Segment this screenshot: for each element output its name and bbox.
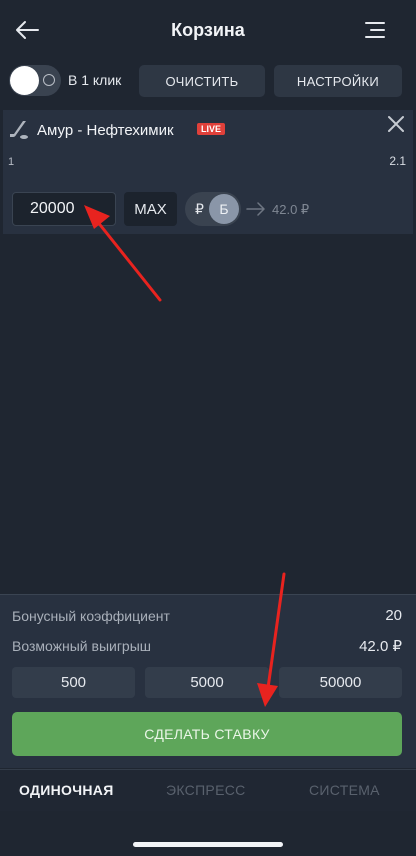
clear-button[interactable]: ОЧИСТИТЬ — [139, 65, 265, 97]
place-bet-button[interactable]: СДЕЛАТЬ СТАВКУ — [12, 712, 402, 756]
toggle-off-indicator-icon — [43, 74, 55, 86]
menu-icon[interactable] — [364, 21, 386, 39]
tab-system[interactable]: СИСТЕМА — [309, 782, 380, 798]
one-click-label: В 1 клик — [68, 72, 122, 88]
currency-toggle[interactable]: ₽ Б — [185, 192, 241, 226]
settings-button[interactable]: НАСТРОЙКИ — [274, 65, 402, 97]
bonus-coef-value: 20 — [385, 607, 402, 624]
max-button[interactable]: MAX — [124, 192, 177, 226]
outcome-label: 1 — [8, 156, 15, 168]
header: Корзина — [0, 0, 416, 58]
match-name: Амур - Нефтехимик — [37, 122, 174, 139]
odds-value: 2.1 — [389, 154, 406, 168]
one-click-toggle[interactable] — [9, 65, 61, 96]
payout-value: 42.0 ₽ — [272, 202, 310, 217]
bet-type-tabs: ОДИНОЧНАЯ ЭКСПРЕСС СИСТЕМА — [0, 769, 416, 811]
close-icon[interactable] — [387, 115, 405, 133]
live-badge: LIVE — [197, 123, 226, 135]
hockey-stick-icon — [10, 121, 28, 139]
bonus-coef-label: Бонусный коэффициент — [12, 608, 170, 624]
tab-single[interactable]: ОДИНОЧНАЯ — [19, 782, 114, 798]
page-title: Корзина — [171, 20, 245, 40]
currency-rub-label: ₽ — [195, 201, 204, 217]
currency-bonus-option[interactable]: Б — [209, 194, 239, 224]
quick-amount-50000-button[interactable]: 50000 — [279, 667, 402, 698]
tab-express[interactable]: ЭКСПРЕСС — [166, 782, 246, 798]
home-indicator — [133, 842, 283, 847]
toggle-knob — [10, 66, 39, 95]
possible-win-value: 42.0 ₽ — [359, 638, 402, 655]
bet-summary-panel: Бонусный коэффициент 20 Возможный выигры… — [0, 594, 416, 768]
bet-card: Амур - Нефтехимик LIVE 1 2.1 MAX ₽ Б 42.… — [3, 110, 413, 234]
arrow-right-icon — [246, 202, 265, 216]
quick-amount-500-button[interactable]: 500 — [12, 667, 135, 698]
quick-amount-5000-button[interactable]: 5000 — [145, 667, 269, 698]
stake-input[interactable] — [12, 192, 116, 226]
possible-win-label: Возможный выигрыш — [12, 638, 152, 654]
coupon-toolbar: В 1 клик ОЧИСТИТЬ НАСТРОЙКИ — [0, 58, 416, 104]
